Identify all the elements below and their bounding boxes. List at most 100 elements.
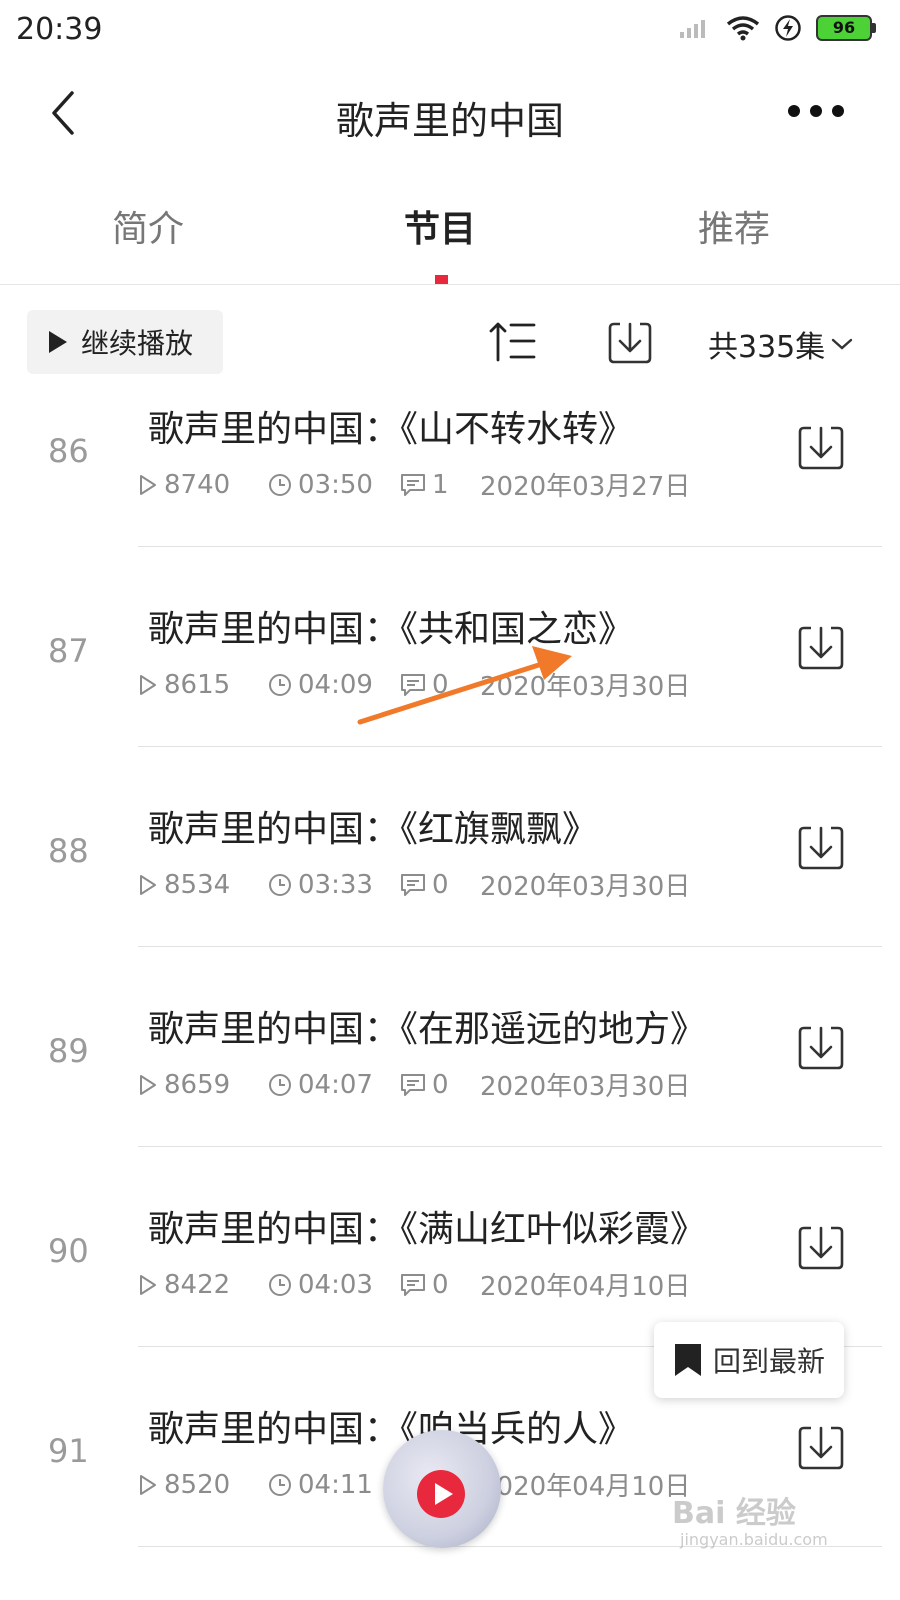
clock-icon (269, 1073, 291, 1096)
watermark-url: jingyan.baidu.com (680, 1530, 828, 1549)
episode-title[interactable]: 歌声里的中国：《共和国之恋》 (148, 600, 634, 652)
continue-play-label: 继续播放 (81, 327, 194, 360)
episode-title[interactable]: 歌声里的中国：《红旗飘飘》 (148, 800, 598, 852)
play-icon (435, 1483, 453, 1505)
comment-count-value: 0 (432, 869, 449, 900)
watermark-logo: Bai 经验 (672, 1496, 796, 1531)
continue-play-button[interactable]: 继续播放 (27, 310, 223, 374)
clock-icon (269, 673, 291, 696)
tab-intro[interactable]: 简介 (112, 200, 184, 252)
comment-count-value: 0 (432, 1269, 449, 1300)
play-count: 8740 (138, 470, 268, 500)
play-count: 8615 (138, 670, 268, 700)
comment-icon (401, 673, 425, 696)
status-icons: 96 (678, 14, 876, 42)
download-icon[interactable] (796, 822, 846, 872)
total-episodes-label: 共335集 (708, 330, 826, 365)
play-count: 8534 (138, 870, 268, 900)
publish-date: 2020年03月27日 (480, 472, 691, 502)
play-count-icon (140, 1274, 156, 1295)
duration-value: 04:09 (298, 669, 373, 700)
comment-icon (401, 1073, 425, 1096)
comment-count: 0 (400, 670, 480, 700)
mini-player-cover[interactable] (383, 1430, 501, 1548)
episode-number: 88 (48, 832, 89, 870)
episode-title[interactable]: 歌声里的中国：《满山红叶似彩霞》 (148, 1200, 706, 1252)
status-time: 20:39 (16, 12, 103, 47)
duration-value: 03:50 (298, 469, 373, 500)
play-count-value: 8659 (164, 1069, 231, 1100)
publish-date: 2020年03月30日 (480, 872, 691, 902)
episode-number: 90 (48, 1232, 89, 1270)
clock-icon (269, 473, 291, 496)
episode-meta: 8534 03:33 0 2020年03月30日 (138, 866, 690, 903)
row-divider (138, 546, 882, 547)
comment-icon (401, 1273, 425, 1296)
bookmark-icon (674, 1344, 701, 1376)
publish-date: 2020年04月10日 (480, 1472, 691, 1502)
download-icon[interactable] (796, 622, 846, 672)
comment-count: 1 (400, 470, 480, 500)
charging-icon (775, 15, 801, 41)
episode-title[interactable]: 歌声里的中国：《山不转水转》 (148, 400, 634, 452)
duration: 04:11 (268, 1470, 400, 1500)
play-count: 8659 (138, 1070, 268, 1100)
clock-icon (269, 1473, 291, 1496)
publish-date: 2020年04月10日 (480, 1272, 691, 1302)
publish-date: 2020年03月30日 (480, 1072, 691, 1102)
more-options-button[interactable] (788, 96, 848, 126)
more-dot-icon (788, 105, 800, 117)
tab-active-indicator (435, 275, 448, 284)
signal-icon (680, 20, 705, 38)
duration-value: 04:03 (298, 1269, 373, 1300)
episode-number: 87 (48, 632, 89, 670)
back-to-latest-button[interactable]: 回到最新 (654, 1322, 844, 1398)
duration: 04:09 (268, 670, 400, 700)
download-icon[interactable] (796, 1422, 846, 1472)
duration: 04:07 (268, 1070, 400, 1100)
episode-title[interactable]: 歌声里的中国：《咱当兵的人》 (148, 1400, 634, 1452)
episode-meta: 8615 04:09 0 2020年03月30日 (138, 666, 690, 703)
row-divider (138, 946, 882, 947)
play-count: 8520 (138, 1470, 268, 1500)
episode-title[interactable]: 歌声里的中国：《在那遥远的地方》 (148, 1000, 706, 1052)
play-count-icon (140, 874, 156, 895)
sort-order-icon[interactable] (488, 320, 538, 362)
comment-count-value: 0 (432, 1069, 449, 1100)
play-count-value: 8422 (164, 1269, 231, 1300)
chevron-down-icon (832, 338, 853, 350)
comment-count-value: 0 (432, 669, 449, 700)
clock-icon (269, 1273, 291, 1296)
duration: 03:33 (268, 870, 400, 900)
back-to-latest-label: 回到最新 (712, 1345, 825, 1378)
play-count-icon (140, 1474, 156, 1495)
comment-count: 0 (400, 1270, 480, 1300)
episode-number: 89 (48, 1032, 89, 1070)
download-icon[interactable] (796, 1222, 846, 1272)
download-all-icon[interactable] (606, 318, 654, 366)
play-icon (49, 331, 67, 353)
episode-meta: 8740 03:50 1 2020年03月27日 (138, 466, 690, 503)
episode-meta: 8659 04:07 0 2020年03月30日 (138, 1066, 690, 1103)
comment-count-value: 1 (432, 469, 449, 500)
tab-recommend[interactable]: 推荐 (698, 200, 770, 252)
row-divider (138, 1146, 882, 1147)
episode-meta: 8422 04:03 0 2020年04月10日 (138, 1266, 690, 1303)
download-icon[interactable] (796, 422, 846, 472)
download-icon[interactable] (796, 1022, 846, 1072)
episode-number: 86 (48, 432, 89, 470)
tab-episodes[interactable]: 节目 (404, 200, 476, 252)
clock-icon (269, 873, 291, 896)
play-count-icon (140, 1074, 156, 1095)
comment-icon (401, 473, 425, 496)
battery-indicator: 96 (816, 15, 876, 41)
comment-count: 0 (400, 1070, 480, 1100)
comment-icon (401, 873, 425, 896)
play-count-value: 8534 (164, 869, 231, 900)
episode-range-selector[interactable]: 共335集 (708, 322, 853, 366)
duration: 03:50 (268, 470, 400, 500)
wifi-icon (726, 16, 760, 41)
more-dot-icon (832, 105, 844, 117)
more-dot-icon (810, 105, 822, 117)
duration: 04:03 (268, 1270, 400, 1300)
